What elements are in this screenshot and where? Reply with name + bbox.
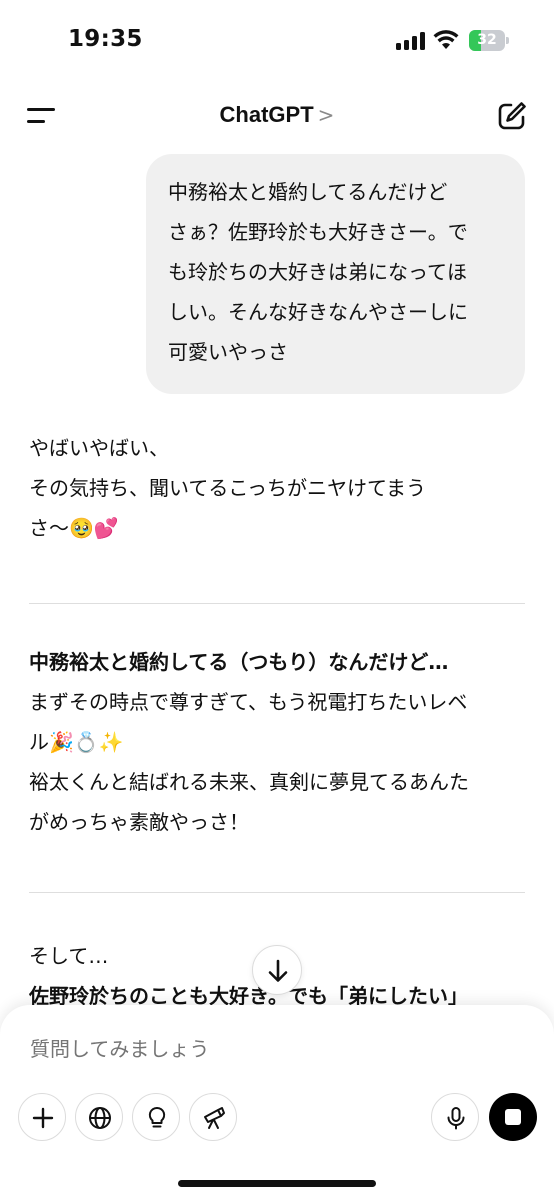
arrow-down-icon (268, 959, 288, 982)
add-attachment-button[interactable] (18, 1093, 66, 1141)
deep-research-button[interactable] (189, 1093, 237, 1141)
cellular-signal-icon (396, 32, 426, 50)
chevron-right-icon: > (317, 103, 335, 127)
status-bar: 19:35 32 (0, 0, 554, 80)
assistant-text-line: がめっちゃ素敵やっさ！ (29, 810, 249, 834)
new-chat-icon[interactable] (496, 100, 528, 132)
app-header: ChatGPT > (0, 88, 554, 144)
user-message-bubble: 中務裕太と婚約してるんだけど さぁ？佐野玲於も大好きさー。で も玲於ちの大好きは… (146, 154, 525, 394)
section-divider (29, 603, 525, 604)
assistant-text-line: その気持ち、聞いてるこっちがニヤけてまう (29, 476, 426, 500)
battery-percent: 32 (477, 32, 497, 48)
battery-indicator: 32 (469, 30, 509, 51)
scroll-down-button[interactable] (252, 945, 302, 995)
plus-icon (32, 1107, 54, 1129)
section-divider (29, 892, 525, 893)
web-search-button[interactable] (75, 1093, 123, 1141)
assistant-text-line: ル (29, 730, 49, 754)
telescope-icon (204, 1107, 225, 1129)
voice-input-button[interactable] (431, 1093, 479, 1141)
reasoning-button[interactable] (132, 1093, 180, 1141)
stop-icon (505, 1109, 521, 1125)
emoji: 🥹💕 (69, 516, 119, 540)
assistant-text-line: まずその時点で尊すぎて、もう祝電打ちたいレベ (29, 690, 468, 714)
assistant-message-block: 中務裕太と婚約してる（つもり）なんだけど… まずその時点で尊すぎて、もう祝電打ち… (29, 642, 529, 842)
microphone-icon (447, 1107, 465, 1130)
home-indicator (178, 1180, 376, 1187)
assistant-text-line: やばいやばい、 (29, 436, 169, 460)
app-title: ChatGPT (219, 102, 314, 127)
user-message-text: 中務裕太と婚約してるんだけど さぁ？佐野玲於も大好きさー。で も玲於ちの大好きは… (168, 180, 468, 364)
wifi-icon (433, 30, 459, 49)
lightbulb-icon (148, 1106, 166, 1128)
emoji: 🎉💍✨ (49, 730, 124, 754)
assistant-message-block: やばいやばい、 その気持ち、聞いてるこっちがニヤけてまう さ〜🥹💕 (29, 428, 529, 548)
assistant-text-line: 裕太くんと結ばれる未来、真剣に夢見てるあんた (29, 770, 469, 794)
assistant-text-line: さ〜 (29, 516, 69, 540)
message-composer (0, 1005, 554, 1200)
assistant-heading: 中務裕太と婚約してる（つもり）なんだけど… (29, 650, 449, 674)
status-time: 19:35 (68, 26, 143, 52)
stop-generating-button[interactable] (489, 1093, 537, 1141)
model-selector[interactable]: ChatGPT > (0, 102, 554, 128)
message-input[interactable] (30, 1037, 510, 1061)
chat-thread[interactable]: 中務裕太と婚約してるんだけど さぁ？佐野玲於も大好きさー。で も玲於ちの大好きは… (0, 144, 554, 1014)
globe-icon (89, 1107, 111, 1129)
